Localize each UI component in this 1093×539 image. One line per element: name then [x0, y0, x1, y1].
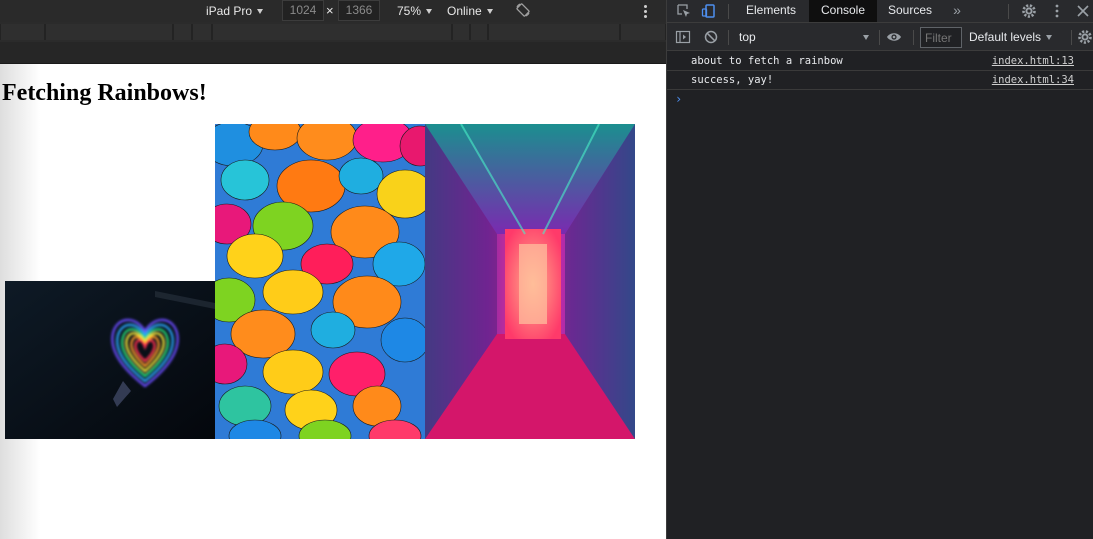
- chevron-down-icon: [426, 9, 433, 14]
- close-icon[interactable]: [1075, 3, 1091, 19]
- height-input[interactable]: 1366: [338, 0, 380, 21]
- chevron-down-icon: [863, 35, 869, 40]
- page-viewport: Fetching Rainbows!: [0, 64, 666, 539]
- colorful-umbrellas-image: [215, 124, 425, 439]
- console-filter-input[interactable]: [920, 27, 962, 48]
- tab-console[interactable]: Console: [809, 0, 877, 22]
- devtools-tab-bar: Elements Console Sources »: [667, 0, 1093, 23]
- media-query-bar: [0, 22, 666, 42]
- neon-corridor-image: [425, 124, 635, 439]
- more-options-icon[interactable]: [640, 2, 650, 20]
- width-input[interactable]: 1024: [282, 0, 324, 21]
- console-prompt[interactable]: ›: [667, 90, 1093, 108]
- console-message-source-link[interactable]: index.html:34: [992, 74, 1074, 86]
- chevron-down-icon: [257, 9, 264, 14]
- media-query-segment[interactable]: [45, 24, 173, 40]
- customize-menu-icon[interactable]: [1049, 3, 1065, 19]
- show-sidebar-icon[interactable]: [675, 29, 691, 45]
- media-query-segment[interactable]: [470, 24, 488, 40]
- zoom-select[interactable]: 75%: [397, 3, 433, 19]
- neon-heart-image: [5, 281, 215, 439]
- prompt-chevron-icon: ›: [675, 92, 683, 106]
- page-heading: Fetching Rainbows!: [2, 80, 207, 106]
- settings-gear-icon[interactable]: [1021, 3, 1037, 19]
- device-select[interactable]: iPad Pro: [206, 3, 264, 19]
- ruler-bar: [0, 42, 666, 64]
- levels-value: Default levels: [969, 30, 1042, 44]
- console-message-source-link[interactable]: index.html:13: [992, 55, 1074, 67]
- device-toolbar-toggle-icon[interactable]: [701, 3, 717, 19]
- clear-console-icon[interactable]: [703, 29, 719, 45]
- media-query-segment[interactable]: [620, 24, 666, 40]
- media-query-segment[interactable]: [212, 24, 452, 40]
- chevron-down-icon: [486, 9, 493, 14]
- chevron-down-icon: [1046, 35, 1053, 40]
- media-query-segment[interactable]: [452, 24, 470, 40]
- log-levels-select[interactable]: Default levels: [969, 27, 1059, 47]
- rotate-icon[interactable]: [515, 2, 531, 18]
- device-emulation-pane: iPad Pro 1024 × 1366 75% Online Fetching…: [0, 0, 666, 539]
- console-message-text: about to fetch a rainbow: [691, 55, 843, 67]
- tab-sources[interactable]: Sources: [881, 0, 939, 22]
- console-toolbar: top Default levels: [667, 23, 1093, 51]
- times-label: ×: [326, 3, 334, 18]
- console-message: about to fetch a rainbow index.html:13: [667, 52, 1093, 71]
- media-query-segment[interactable]: [488, 24, 620, 40]
- more-tabs-icon[interactable]: »: [949, 0, 965, 22]
- console-message-text: success, yay!: [691, 74, 774, 86]
- live-expression-eye-icon[interactable]: [886, 29, 902, 45]
- network-value: Online: [447, 4, 482, 18]
- media-query-segment[interactable]: [0, 24, 45, 40]
- tab-elements[interactable]: Elements: [739, 0, 803, 22]
- console-message: success, yay! index.html:34: [667, 71, 1093, 90]
- execution-context-select[interactable]: top: [733, 27, 873, 47]
- context-value: top: [739, 30, 756, 44]
- device-toolbar: iPad Pro 1024 × 1366 75% Online: [0, 0, 666, 22]
- media-query-segment[interactable]: [192, 24, 212, 40]
- device-name: iPad Pro: [206, 4, 253, 18]
- console-messages: about to fetch a rainbow index.html:13 s…: [667, 52, 1093, 108]
- devtools-panel: Elements Console Sources » top Filter De…: [666, 0, 1093, 539]
- media-query-segment[interactable]: [173, 24, 192, 40]
- console-settings-gear-icon[interactable]: [1077, 29, 1093, 45]
- zoom-value: 75%: [397, 4, 422, 18]
- network-select[interactable]: Online: [447, 3, 493, 19]
- inspect-element-icon[interactable]: [676, 3, 692, 19]
